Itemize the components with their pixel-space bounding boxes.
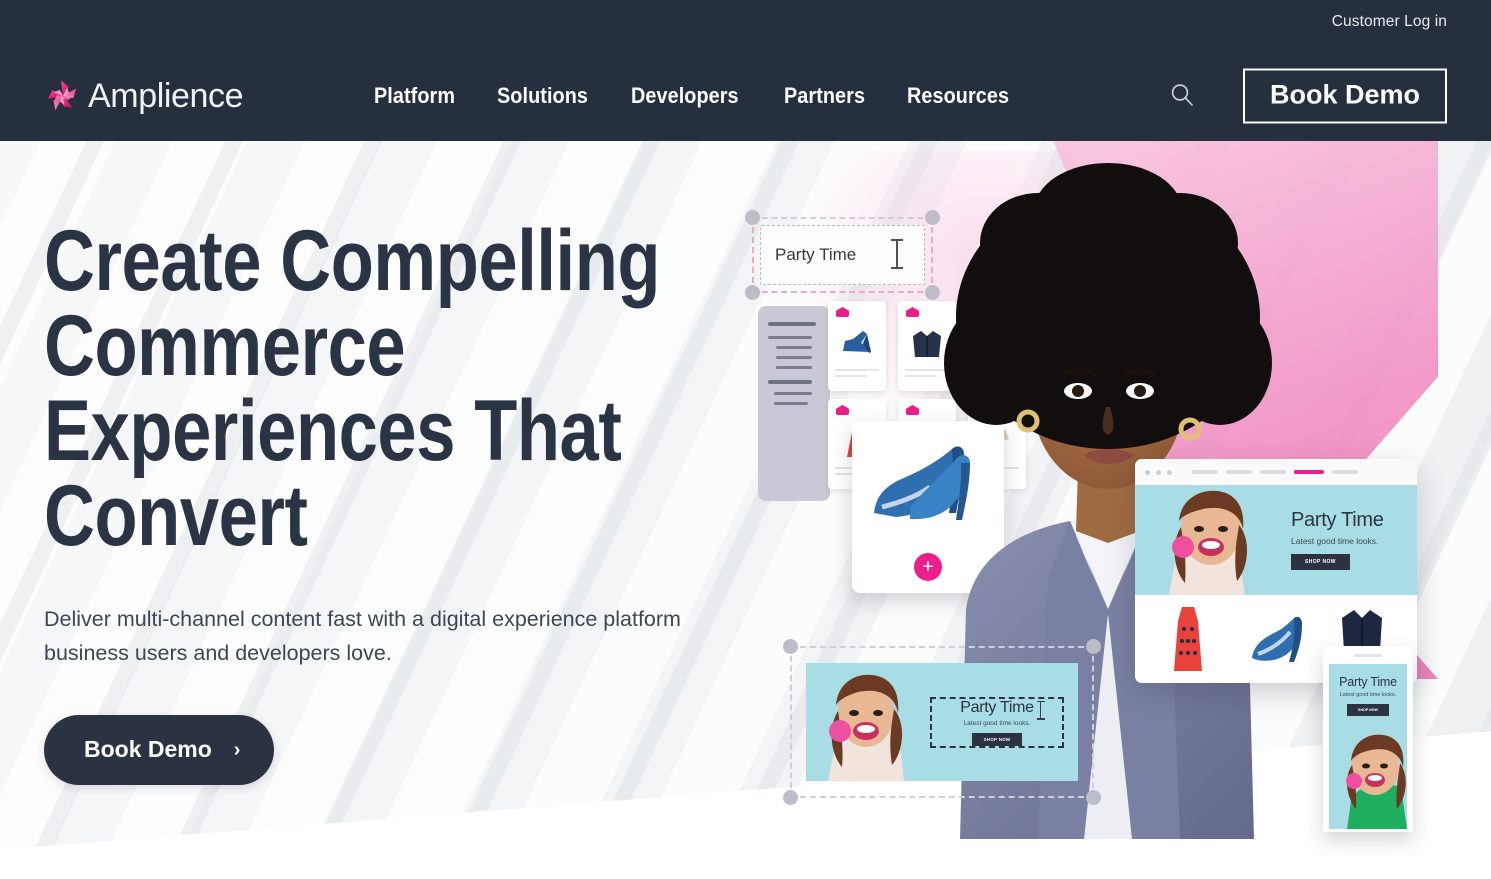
amplience-pinwheel-logo-icon [44,77,82,115]
brand-logo-link[interactable]: Amplience [44,77,244,115]
hero-subheading: Deliver multi-channel content fast with … [44,606,681,666]
book-demo-header-button[interactable]: Book Demo [1242,68,1447,124]
resize-handle-tl[interactable] [745,210,760,225]
topbar-links: Customer Log in [1332,13,1447,31]
phone-speaker [1354,654,1382,657]
banner-subtitle: Latest good time looks. [963,719,1031,727]
mobile-preview-mock: Party Time Latest good time looks. SHOP … [1323,646,1413,832]
phone-shop-now-button[interactable]: SHOP NOW [1347,704,1389,716]
banner-image [806,663,926,781]
window-dot-icon [1145,469,1150,475]
search-button[interactable] [1168,82,1196,110]
hero-artwork: Party Time + Party Time Latest good time… [740,141,1491,879]
nav-item-partners[interactable]: Partners [784,83,865,109]
browser-banner-subtitle: Latest good time looks. [1291,536,1379,546]
utility-topbar: Customer Log in [0,0,1491,52]
browser-banner-title: Party Time [1291,509,1384,531]
nav-item-platform[interactable]: Platform [374,83,455,109]
red-dress-product [1174,607,1202,671]
browser-chrome [1135,459,1417,485]
phone-banner-title: Party Time [1339,675,1397,689]
book-demo-hero-label: Book Demo [84,736,212,763]
i-beam-cursor-icon [1036,700,1045,720]
hero-section: Create Compelling Commerce Experiences T… [0,141,1491,879]
content-sidebar-panel [758,306,830,501]
browser-hero-banner: Party Time Latest good time looks. SHOP … [1135,485,1417,595]
header-actions: Book Demo [1168,68,1447,124]
hero-copy: Create Compelling Commerce Experiences T… [44,213,704,786]
product-card[interactable] [828,301,886,391]
banner-shop-now-button[interactable]: SHOP NOW [971,732,1023,746]
browser-nav-placeholders [1192,470,1358,474]
cloud-tag-icon [836,307,849,317]
smiling-woman-photo [1346,734,1407,829]
nav-item-solutions[interactable]: Solutions [497,83,588,109]
search-icon [1169,82,1195,111]
banner-selection-widget[interactable]: Party Time Latest good time looks. SHOP … [783,639,1101,805]
blue-heels-product [1252,616,1302,662]
phone-banner-subtitle: Latest good time looks. [1339,692,1397,698]
resize-handle-bl[interactable] [783,790,798,805]
page-title: Create Compelling Commerce Experiences T… [44,213,661,565]
resize-handle-bl[interactable] [745,285,760,300]
browser-shop-now-button[interactable]: SHOP NOW [1291,554,1350,570]
nav-item-developers[interactable]: Developers [631,83,739,109]
resize-handle-tl[interactable] [783,639,798,654]
customer-login-link[interactable]: Customer Log in [1332,13,1447,31]
shoe-thumbnail [843,331,871,353]
browser-banner-copy: Party Time Latest good time looks. SHOP … [1291,509,1403,570]
window-dot-icon [1156,469,1161,475]
nav-item-resources[interactable]: Resources [907,83,1009,109]
window-dot-icon [1167,469,1172,475]
phone-screen: Party Time Latest good time looks. SHOP … [1329,664,1407,829]
banner-text-block[interactable]: Party Time Latest good time looks. SHOP … [930,696,1064,748]
banner-preview: Party Time Latest good time looks. SHOP … [806,663,1078,781]
site-header: Amplience Platform Solutions Developers … [0,51,1491,141]
resize-handle-tr[interactable] [1086,639,1101,654]
cloud-tag-icon [836,405,849,415]
resize-handle-br[interactable] [1086,790,1101,805]
chevron-right-icon: › [233,738,241,761]
smiling-woman-photo [1169,490,1248,595]
brand-wordmark: Amplience [88,77,244,115]
primary-navigation: Platform Solutions Developers Partners R… [374,83,1020,109]
book-demo-hero-button[interactable]: Book Demo › [44,715,275,786]
smiling-woman-photo [828,674,904,781]
banner-title: Party Time [960,699,1045,720]
